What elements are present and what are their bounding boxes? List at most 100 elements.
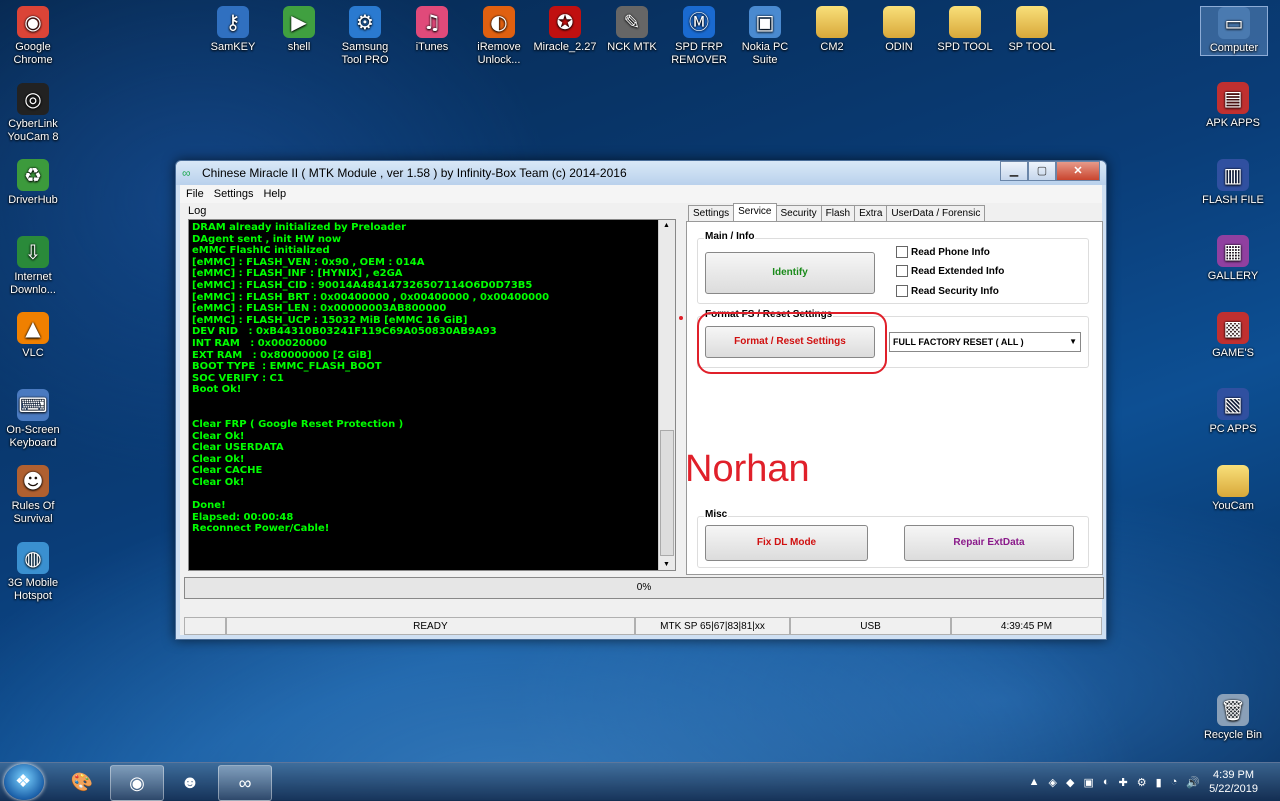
desktop-icon-iremove-unlock[interactable]: ◐ iRemove Unlock... (466, 6, 532, 67)
tab-extra[interactable]: Extra (854, 205, 888, 221)
log-line: DEV RID : 0xB44310B03241F119C69A050830AB… (192, 326, 497, 338)
desktop-icon-spd-frp-remover[interactable]: Ⓜ SPD FRP REMOVER (666, 6, 732, 67)
desktop-icon-apk-apps[interactable]: ▤ APK APPS (1200, 82, 1266, 130)
menu-settings[interactable]: Settings (214, 185, 254, 203)
tab-userdata-forensic[interactable]: UserData / Forensic (886, 205, 986, 221)
desktop-icon-cm2[interactable]: CM2 (799, 6, 865, 54)
scroll-up-icon[interactable]: ▲ (663, 222, 670, 229)
desktop-icon-driverhub[interactable]: ♻ DriverHub (0, 159, 66, 207)
read-security-info-checkbox[interactable]: Read Security Info (896, 285, 999, 297)
read-phone-info-checkbox[interactable]: Read Phone Info (896, 246, 990, 258)
taskbar-game-icon[interactable]: ☻ (164, 765, 216, 799)
tray-icon-3[interactable]: ▣ (1083, 776, 1093, 789)
tab-settings[interactable]: Settings (688, 205, 735, 221)
desktop-icon-nck-mtk[interactable]: ✎ NCK MTK (599, 6, 665, 54)
tray-icon-4[interactable]: ◐ (1103, 776, 1110, 789)
progress-text: 0% (636, 582, 652, 593)
flash-file-icon: ▥ (1217, 159, 1249, 191)
desktop-icon-label: GAME'S (1212, 347, 1254, 359)
desktop-icon-miracle-2-27[interactable]: ✪ Miracle_2.27 (532, 6, 598, 54)
identify-button[interactable]: Identify (705, 252, 875, 294)
desktop-icon-label: YouCam (1212, 500, 1254, 512)
minimize-button[interactable]: ▁ (1000, 161, 1028, 181)
tray-clock[interactable]: 4:39 PM 5/22/2019 (1209, 768, 1258, 796)
internet-downlo-icon: ⇩ (17, 235, 49, 268)
tab-flash[interactable]: Flash (820, 205, 856, 221)
tray-icon-2[interactable]: ◆ (1066, 776, 1074, 789)
taskbar-paint-icon[interactable]: 🎨 (56, 765, 108, 799)
desktop-icon-label: shell (287, 41, 311, 53)
desktop-icon-pc-apps[interactable]: ▧ PC APPS (1200, 388, 1266, 436)
tray-icons[interactable]: ▲ ◈ ◆ ▣ ◐ ✚ ⚙ ▮ ◔ 🔊 (1029, 776, 1200, 789)
reset-mode-select[interactable]: FULL FACTORY RESET ( ALL ) ▼ (889, 332, 1081, 352)
tray-icon-6[interactable]: ⚙ (1137, 776, 1147, 789)
fix-dl-mode-button[interactable]: Fix DL Mode (705, 525, 868, 561)
tray-icon-5[interactable]: ✚ (1119, 776, 1128, 789)
log-line: BOOT TYPE : EMMC_FLASH_BOOT (192, 361, 382, 373)
desktop-icon-google-chrome[interactable]: ◉ Google Chrome (0, 6, 66, 67)
desktop-icon-vlc[interactable]: ▲ VLC (0, 312, 66, 360)
desktop-icon-label: DriverHub (8, 194, 58, 206)
desktop-icon-internet-downlo[interactable]: ⇩ Internet Downlo... (0, 235, 66, 297)
window-client: File Settings Help Log DRAM already init… (180, 185, 1104, 635)
desktop-icon-odin[interactable]: ODIN (866, 6, 932, 54)
desktop-icon-nokia-pc-suite[interactable]: ▣ Nokia PC Suite (732, 6, 798, 67)
maximize-button[interactable]: ▢ (1028, 161, 1056, 181)
gallery-icon: ▦ (1217, 235, 1249, 267)
desktop-icon-computer[interactable]: ▭ Computer (1200, 6, 1268, 56)
tray-icon-7[interactable]: ▮ (1156, 776, 1162, 789)
scroll-thumb[interactable] (660, 430, 674, 556)
desktop-icon-label: GALLERY (1207, 270, 1259, 282)
desktop-icon-youcam[interactable]: YouCam (1200, 465, 1266, 513)
desktop-icon-samsung-tool-pro[interactable]: ⚙ Samsung Tool PRO (332, 6, 398, 67)
tray-icon-8[interactable]: ◔ (1171, 776, 1178, 789)
desktop-icon-label: Recycle Bin (1203, 729, 1263, 741)
log-panel[interactable]: DRAM already initialized by Preloader DAg… (188, 219, 676, 571)
desktop-icon-sp-tool[interactable]: SP TOOL (999, 6, 1065, 54)
desktop-icon-3g-mobile-hotspot[interactable]: ◍ 3G Mobile Hotspot (0, 541, 66, 603)
desktop-icon-spd-tool[interactable]: SPD TOOL (932, 6, 998, 54)
scroll-down-icon[interactable]: ▼ (663, 561, 670, 568)
google-chrome-icon: ◉ (17, 6, 49, 38)
read-extended-info-checkbox[interactable]: Read Extended Info (896, 265, 1004, 277)
samkey-icon: ⚷ (217, 6, 249, 38)
menu-file[interactable]: File (186, 185, 204, 203)
cyberlink-youcam-8-icon: ◎ (17, 82, 49, 115)
desktop-icon-label: Nokia PC Suite (741, 41, 789, 66)
taskbar-mtk-icon[interactable]: ∞ (218, 765, 272, 801)
log-line: Reconnect Power/Cable! (192, 523, 330, 535)
shell-icon: ▶ (283, 6, 315, 38)
desktop-icon-recycle-bin[interactable]: 🗑 Recycle Bin (1200, 694, 1266, 742)
desktop-icon-cyberlink-youcam-8[interactable]: ◎ CyberLink YouCam 8 (0, 82, 66, 144)
tray-icon-9[interactable]: 🔊 (1186, 776, 1200, 789)
desktop-icon-label: On-Screen Keyboard (6, 423, 60, 449)
tab-security[interactable]: Security (775, 205, 822, 221)
tray-icon-1[interactable]: ◈ (1049, 776, 1057, 789)
desktop-icon-gallery[interactable]: ▦ GALLERY (1200, 235, 1266, 283)
samsung-tool-pro-icon: ⚙ (349, 6, 381, 38)
log-line: [eMMC] : FLASH_LEN : 0x00000003AB800000 (192, 303, 447, 315)
tray-icon-0[interactable]: ▲ (1029, 776, 1040, 789)
desktop-icon-game-s[interactable]: ▩ GAME'S (1200, 312, 1266, 360)
taskbar-chrome-icon[interactable]: ◉ (110, 765, 164, 801)
window-titlebar[interactable]: ∞ Chinese Miracle II ( MTK Module , ver … (176, 161, 1106, 185)
desktop-icon-flash-file[interactable]: ▥ FLASH FILE (1200, 159, 1266, 207)
desktop-icon-samkey[interactable]: ⚷ SamKEY (200, 6, 266, 54)
tab-service[interactable]: Service (733, 203, 777, 221)
pc-apps-icon: ▧ (1217, 388, 1249, 420)
log-scrollbar[interactable]: ▲ ▼ (658, 220, 675, 570)
desktop-icon-on-screen-keyboard[interactable]: ⌨ On-Screen Keyboard (0, 388, 66, 450)
log-text: DRAM already initialized by Preloader DAg… (189, 220, 675, 535)
desktop-icon-label: SPD FRP REMOVER (671, 41, 727, 66)
desktop-icon-shell[interactable]: ▶ shell (266, 6, 332, 54)
desktop-icon-rules-of-survival[interactable]: ☻ Rules Of Survival (0, 465, 66, 526)
vlc-icon: ▲ (17, 312, 49, 344)
repair-extdata-button[interactable]: Repair ExtData (904, 525, 1074, 561)
close-button[interactable]: ✕ (1056, 161, 1100, 181)
rules-of-survival-icon: ☻ (17, 465, 49, 497)
desktop-icon-itunes[interactable]: ♫ iTunes (399, 6, 465, 54)
log-line: Clear Ok! (192, 453, 245, 465)
start-button[interactable]: ❖ (4, 764, 44, 800)
menu-help[interactable]: Help (263, 185, 286, 203)
